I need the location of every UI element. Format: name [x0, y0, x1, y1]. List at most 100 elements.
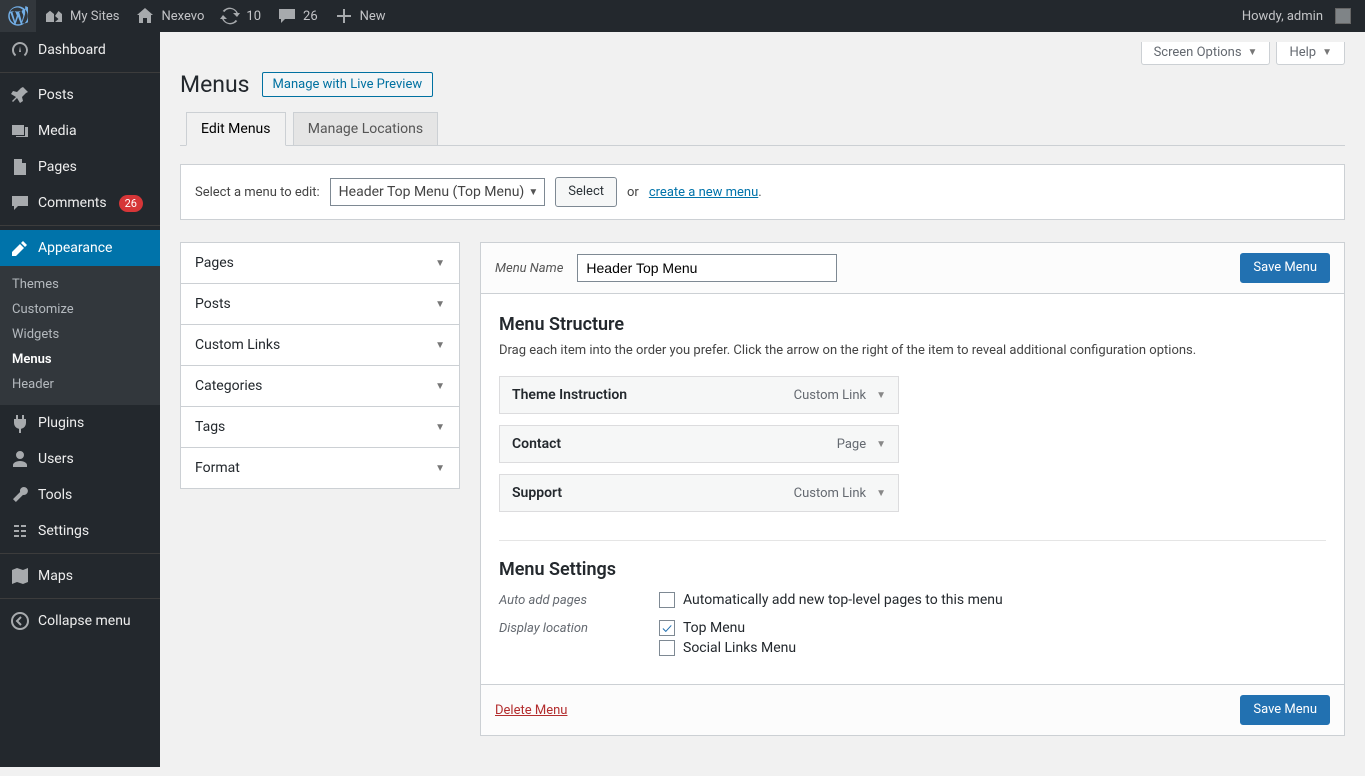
menu-structure-desc: Drag each item into the order you prefer…: [499, 343, 1326, 358]
caret-down-icon: ▼: [435, 422, 445, 433]
tools-icon: [10, 485, 30, 505]
help-label: Help: [1289, 45, 1316, 60]
menu-item-row[interactable]: Contact Page ▼: [499, 425, 899, 463]
menu-item-row[interactable]: Support Custom Link ▼: [499, 474, 899, 512]
sidebar-item-posts[interactable]: Posts: [0, 77, 160, 113]
select-menu-button[interactable]: Select: [555, 177, 617, 207]
submenu-themes[interactable]: Themes: [0, 272, 160, 297]
tab-edit-menus[interactable]: Edit Menus: [186, 112, 286, 146]
sidebar-label-pages: Pages: [38, 159, 77, 175]
sidebar-item-dashboard[interactable]: Dashboard: [0, 32, 160, 68]
menu-item-row[interactable]: Theme Instruction Custom Link ▼: [499, 376, 899, 414]
caret-down-icon: ▼: [435, 381, 445, 392]
caret-down-icon: ▼: [1248, 47, 1258, 58]
site-link[interactable]: Nexevo: [127, 0, 212, 32]
wp-logo[interactable]: [0, 0, 36, 32]
sidebar-label-posts: Posts: [38, 87, 74, 103]
menu-item-type: Page: [837, 437, 866, 452]
new-content-link[interactable]: New: [326, 0, 394, 32]
save-menu-button-top[interactable]: Save Menu: [1240, 253, 1330, 283]
caret-down-icon[interactable]: ▼: [876, 439, 886, 450]
comments-link[interactable]: 26: [269, 0, 326, 32]
menu-item-label: Support: [512, 485, 562, 501]
caret-down-icon[interactable]: ▼: [876, 390, 886, 401]
submenu-menus[interactable]: Menus: [0, 347, 160, 372]
collapse-label: Collapse menu: [38, 613, 131, 629]
updates-count: 10: [246, 9, 261, 24]
manage-menus-bar: Select a menu to edit: Header Top Menu (…: [180, 164, 1345, 220]
tab-manage-locations[interactable]: Manage Locations: [293, 112, 438, 145]
location-social-checkbox[interactable]: [659, 640, 675, 656]
acc-pages-label: Pages: [195, 255, 234, 271]
caret-down-icon[interactable]: ▼: [876, 488, 886, 499]
menu-editor-footer: Delete Menu Save Menu: [481, 684, 1344, 735]
sidebar-label-tools: Tools: [38, 487, 72, 503]
sidebar-item-maps[interactable]: Maps: [0, 558, 160, 594]
sidebar-label-plugins: Plugins: [38, 415, 84, 431]
sidebar-item-plugins[interactable]: Plugins: [0, 405, 160, 441]
site-name-label: Nexevo: [161, 9, 204, 24]
sidebar-label-dashboard: Dashboard: [38, 42, 106, 58]
caret-down-icon: ▼: [435, 299, 445, 310]
screen-options-label: Screen Options: [1154, 45, 1242, 60]
acc-format-label: Format: [195, 460, 240, 476]
menu-item-type: Custom Link: [794, 388, 866, 403]
menu-name-label: Menu Name: [495, 261, 563, 276]
pin-icon: [10, 85, 30, 105]
acc-posts[interactable]: Posts ▼: [181, 284, 459, 324]
sidebar-item-users[interactable]: Users: [0, 441, 160, 477]
comment-icon: [10, 193, 30, 213]
delete-menu-link[interactable]: Delete Menu: [495, 703, 567, 718]
submenu-widgets[interactable]: Widgets: [0, 322, 160, 347]
location-top-checkbox[interactable]: ✓: [659, 620, 675, 636]
select-menu-label: Select a menu to edit:: [195, 185, 320, 200]
settings-icon: [10, 521, 30, 541]
sidebar-item-comments[interactable]: Comments 26: [0, 185, 160, 221]
nav-tabs: Edit Menus Manage Locations: [180, 112, 1345, 146]
account-link[interactable]: Howdy, admin: [1234, 0, 1359, 32]
display-location-label: Display location: [499, 620, 659, 636]
screen-options-toggle[interactable]: Screen Options ▼: [1141, 42, 1271, 65]
menu-selector-value: Header Top Menu (Top Menu): [339, 184, 525, 200]
separator: [499, 540, 1326, 541]
acc-categories[interactable]: Categories ▼: [181, 366, 459, 406]
help-toggle[interactable]: Help ▼: [1276, 42, 1345, 65]
acc-custom-links[interactable]: Custom Links▼: [181, 325, 459, 365]
create-menu-link[interactable]: create a new menu: [649, 185, 758, 200]
acc-tags-label: Tags: [195, 419, 225, 435]
acc-tags[interactable]: Tags ▼: [181, 407, 459, 447]
sidebar-item-pages[interactable]: Pages: [0, 149, 160, 185]
auto-add-checkbox[interactable]: [659, 592, 675, 608]
acc-format[interactable]: Format ▼: [181, 448, 459, 488]
menu-name-input[interactable]: [577, 254, 837, 282]
menu-item-label: Theme Instruction: [512, 387, 627, 403]
menu-separator: [0, 598, 160, 599]
save-menu-button-bottom[interactable]: Save Menu: [1240, 695, 1330, 725]
acc-categories-label: Categories: [195, 378, 262, 394]
menu-item-label: Contact: [512, 436, 561, 452]
sidebar-item-settings[interactable]: Settings: [0, 513, 160, 549]
comment-icon: [277, 6, 297, 26]
menu-selector-dropdown[interactable]: Header Top Menu (Top Menu): [330, 178, 546, 206]
caret-down-icon: ▼: [435, 340, 445, 351]
submenu-header[interactable]: Header: [0, 372, 160, 397]
page-icon: [10, 157, 30, 177]
submenu-customize[interactable]: Customize: [0, 297, 160, 322]
sidebar-item-media[interactable]: Media: [0, 113, 160, 149]
collapse-menu[interactable]: Collapse menu: [0, 603, 160, 639]
menu-item-type: Custom Link: [794, 486, 866, 501]
live-preview-button[interactable]: Manage with Live Preview: [262, 72, 434, 97]
collapse-icon: [10, 611, 30, 631]
my-sites-label: My Sites: [70, 9, 119, 24]
caret-down-icon: ▼: [435, 463, 445, 474]
plus-icon: [334, 6, 354, 26]
sidebar-item-tools[interactable]: Tools: [0, 477, 160, 513]
acc-pages[interactable]: Pages▼: [181, 243, 459, 283]
my-sites-link[interactable]: My Sites: [36, 0, 127, 32]
sidebar-item-appearance[interactable]: Appearance: [0, 230, 160, 266]
acc-posts-label: Posts: [195, 296, 231, 312]
media-icon: [10, 121, 30, 141]
appearance-icon: [10, 238, 30, 258]
menu-editor: Menu Name Save Menu Menu Structure Drag …: [480, 242, 1345, 736]
updates-link[interactable]: 10: [212, 0, 269, 32]
